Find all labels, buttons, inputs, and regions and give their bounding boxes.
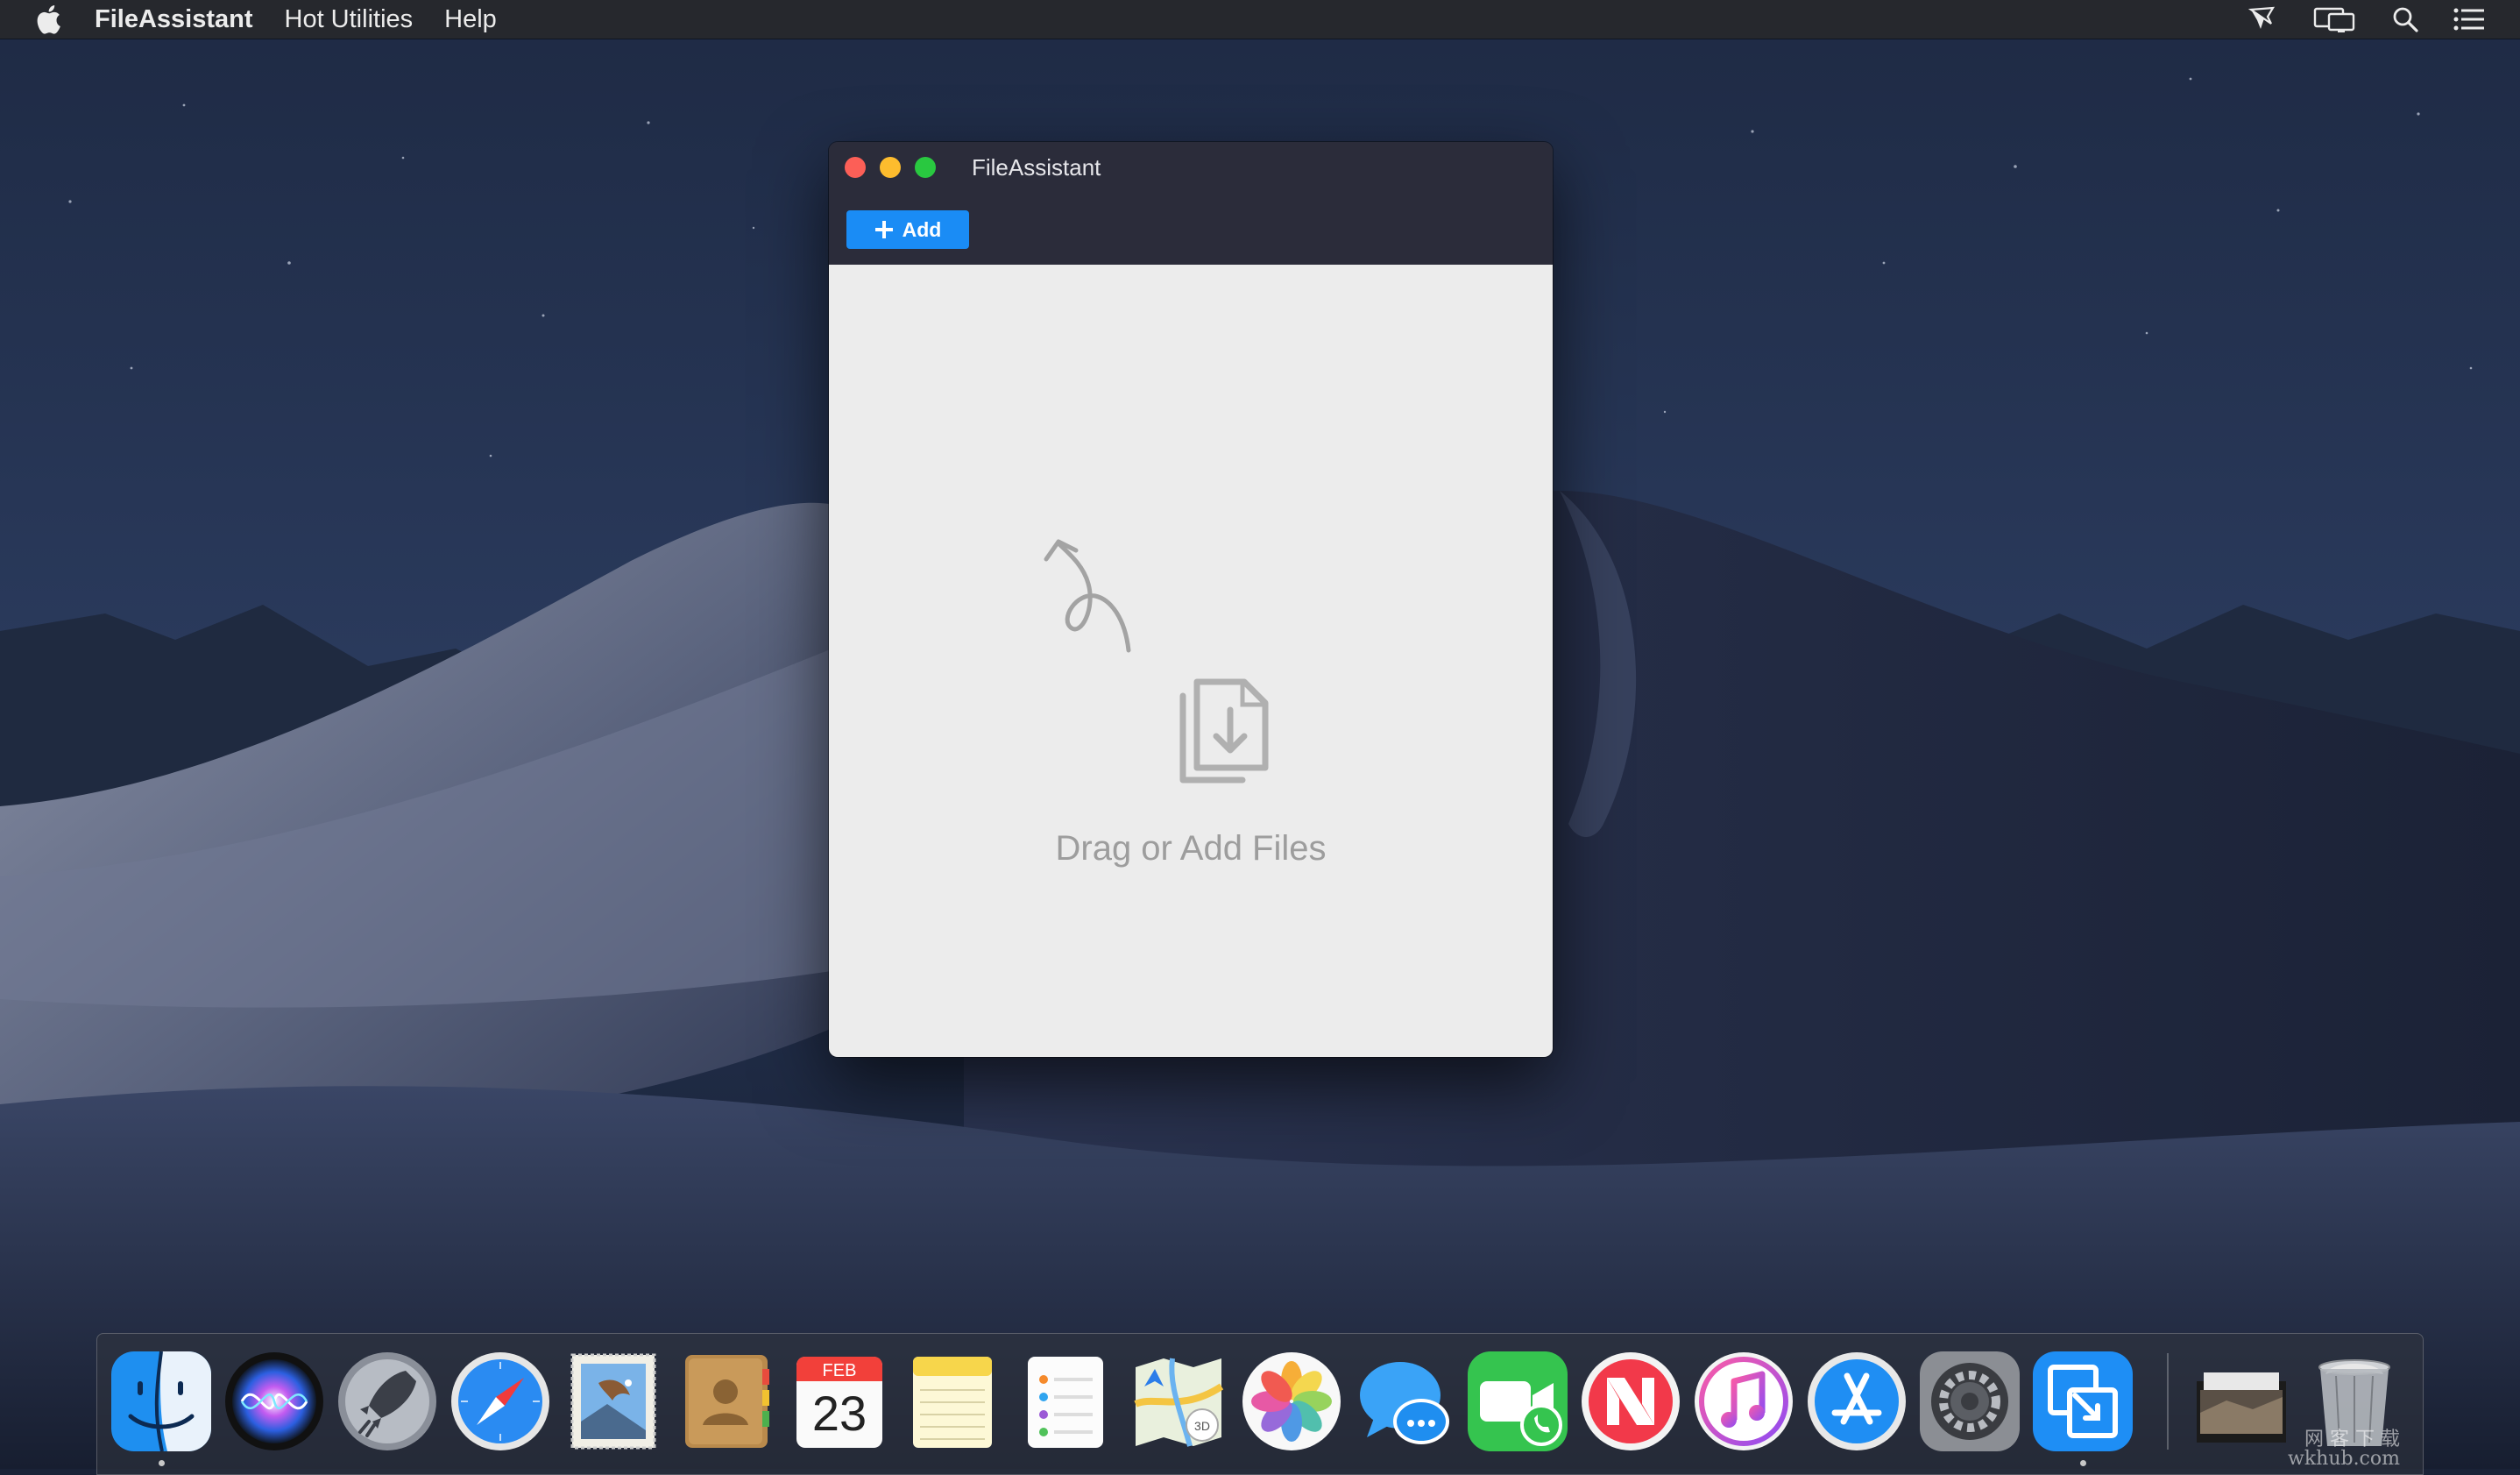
launchpad-icon[interactable] — [337, 1351, 437, 1451]
messages-icon[interactable] — [1355, 1351, 1455, 1451]
apple-icon[interactable] — [35, 4, 61, 34]
watermark: 网 客 下 载 wkhub.com — [2288, 1430, 2400, 1469]
finder-running-indicator — [159, 1460, 165, 1466]
fileassistant-running-indicator — [2080, 1460, 2086, 1466]
dock-divider — [2167, 1353, 2169, 1450]
file-drop-zone[interactable]: Drag or Add Files — [829, 265, 1553, 1057]
add-button-label: Add — [902, 217, 942, 241]
zoom-window-button[interactable] — [915, 157, 936, 178]
add-files-button[interactable]: Add — [846, 210, 969, 249]
facetime-icon[interactable] — [1468, 1351, 1568, 1451]
svg-text:3D: 3D — [1194, 1419, 1210, 1433]
contacts-icon[interactable] — [676, 1351, 776, 1451]
app-store-icon[interactable] — [1807, 1351, 1907, 1451]
notes-icon[interactable] — [903, 1351, 1002, 1451]
news-icon[interactable] — [1581, 1351, 1681, 1451]
menu-bar: FileAssistant Hot Utilities Help — [0, 0, 2520, 39]
minimize-window-button[interactable] — [880, 157, 901, 178]
finder-icon[interactable] — [111, 1351, 211, 1451]
screen-mirroring-icon[interactable] — [2313, 6, 2357, 32]
watermark-line2: wkhub.com — [2287, 1448, 2400, 1470]
file-download-icon — [1179, 678, 1269, 784]
window-title: FileAssistant — [972, 154, 1101, 181]
itunes-icon[interactable] — [1694, 1351, 1794, 1451]
curved-arrow-icon — [1044, 539, 1131, 653]
safari-icon[interactable] — [450, 1351, 550, 1451]
menu-status-area — [2248, 0, 2485, 39]
notification-center-icon[interactable] — [2453, 7, 2485, 32]
maps-icon[interactable]: 3D — [1129, 1351, 1228, 1451]
fileassistant-icon[interactable] — [2033, 1351, 2133, 1451]
downloads-stack-icon[interactable] — [2191, 1351, 2291, 1451]
reminders-icon[interactable] — [1016, 1351, 1115, 1451]
calendar-day: 23 — [812, 1386, 867, 1441]
calendar-icon[interactable]: FEB 23 — [789, 1351, 889, 1451]
siri-icon[interactable] — [224, 1351, 324, 1451]
spotlight-search-icon[interactable] — [2392, 6, 2418, 32]
close-window-button[interactable] — [845, 157, 866, 178]
plus-icon — [874, 221, 893, 238]
system-preferences-icon[interactable] — [1920, 1351, 2020, 1451]
calendar-month: FEB — [823, 1361, 857, 1380]
menu-hot-utilities[interactable]: Hot Utilities — [285, 0, 414, 39]
mail-icon[interactable] — [563, 1351, 663, 1451]
photos-icon[interactable] — [1242, 1351, 1341, 1451]
airplay-cast-icon[interactable] — [2248, 6, 2278, 32]
fileassistant-window: FileAssistant Add Drag or Add Files — [829, 142, 1553, 1057]
watermark-line1: 网 客 下 载 — [2304, 1429, 2400, 1450]
menu-help[interactable]: Help — [444, 0, 497, 39]
dock: FEB 23 3D 网 客 下 载 wkhub.com — [96, 1333, 2424, 1475]
drop-hint-text: Drag or Add Files — [1055, 829, 1327, 868]
menu-app-name[interactable]: FileAssistant — [95, 0, 253, 39]
window-toolbar[interactable]: FileAssistant Add — [829, 142, 1553, 265]
